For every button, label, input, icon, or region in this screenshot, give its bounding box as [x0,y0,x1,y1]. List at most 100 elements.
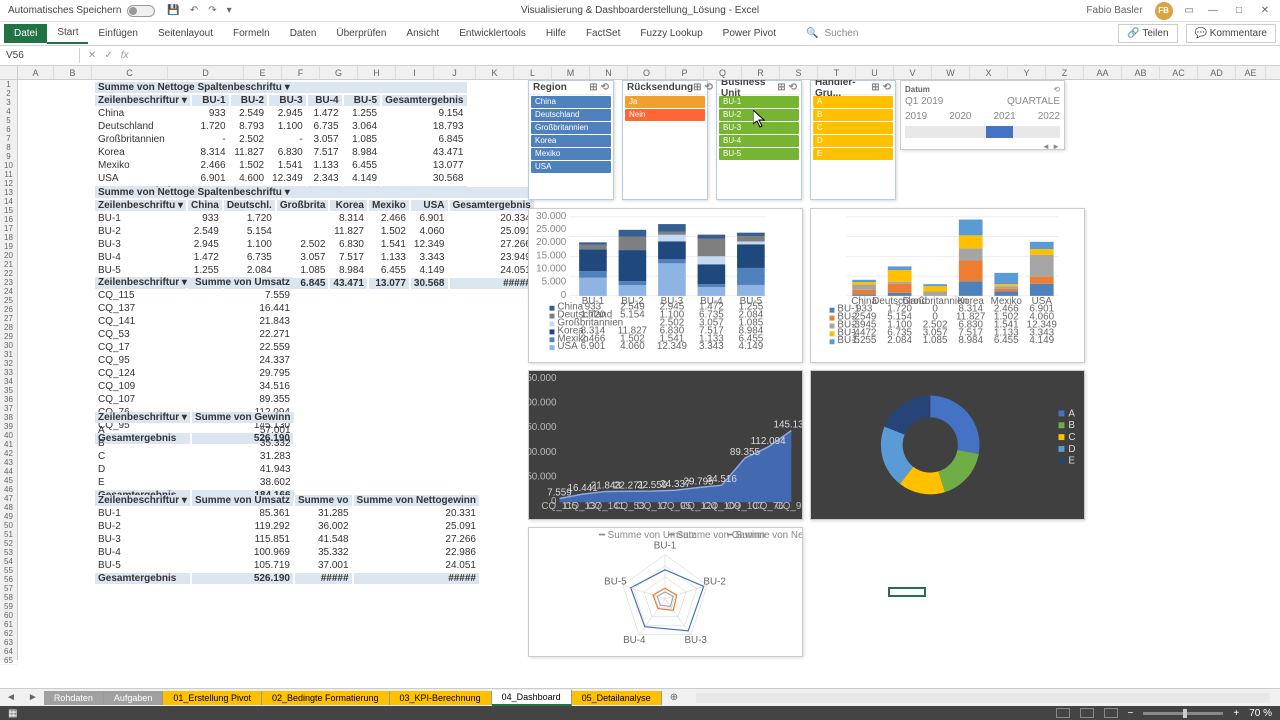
row-header[interactable]: 58 [0,593,17,602]
row-header[interactable]: 7 [0,134,17,143]
chart-stacked-bar-bu[interactable]: BU-1BU-2BU-3BU-4BU-505.00010.00015.00020… [528,208,803,363]
user-name[interactable]: Fabio Basler [1086,5,1142,16]
tab-nav-next[interactable]: ► [22,692,44,703]
clear-filter-icon[interactable]: ⟲ [705,82,713,93]
col-header[interactable]: A [18,66,54,79]
zoom-level[interactable]: 70 % [1249,708,1272,719]
row-header[interactable]: 48 [0,503,17,512]
comments-button[interactable]: 💬 Kommentare [1186,24,1276,43]
col-header[interactable]: M [552,66,590,79]
col-header[interactable]: S [780,66,818,79]
col-header[interactable]: AD [1198,66,1236,79]
row-header[interactable]: 52 [0,539,17,548]
tab-nav-prev[interactable]: ◄ [0,692,22,703]
row-header[interactable]: 46 [0,485,17,494]
slicer-item[interactable]: BU-3 [719,122,799,134]
row-header[interactable]: 62 [0,629,17,638]
row-header[interactable]: 39 [0,422,17,431]
col-header[interactable]: R [742,66,780,79]
slicer-item[interactable]: B [813,109,893,121]
slicer-business-unit[interactable]: Business Unit⊞⟲ BU-1BU-2BU-3BU-4BU-5 [716,80,802,200]
row-header[interactable]: 49 [0,512,17,521]
slicer-ruecksendung[interactable]: Rücksendung⊞⟲ JaNein [622,80,708,200]
col-header[interactable]: F [282,66,320,79]
view-page-break-icon[interactable] [1104,708,1118,718]
select-all-corner[interactable] [0,66,18,79]
clear-filter-icon[interactable]: ⟲ [789,82,797,93]
zoom-slider[interactable] [1143,712,1223,715]
tab-start[interactable]: Start [47,23,88,44]
row-header[interactable]: 17 [0,224,17,233]
row-header[interactable]: 24 [0,287,17,296]
row-header[interactable]: 18 [0,233,17,242]
slicer-item[interactable]: Ja [625,96,705,108]
col-header[interactable]: K [476,66,514,79]
maximize-icon[interactable]: □ [1232,5,1246,16]
confirm-icon[interactable]: ✓ [104,50,112,61]
row-header[interactable]: 30 [0,341,17,350]
sheet-tab-02[interactable]: 02_Bedingte Formatierung [262,691,390,705]
tab-powerpivot[interactable]: Power Pivot [713,24,786,43]
autosave-toggle[interactable]: Automatisches Speichern [8,5,155,17]
worksheet[interactable]: Summe von Nettoge Spaltenbeschriftu ▾Zei… [18,80,1280,660]
clear-filter-icon[interactable]: ⟲ [883,82,891,93]
slicer-item[interactable]: Deutschland [531,109,611,121]
col-header[interactable]: Q [704,66,742,79]
tab-formeln[interactable]: Formeln [223,24,280,43]
cancel-icon[interactable]: ✕ [88,50,96,61]
clear-filter-icon[interactable]: ⟲ [601,82,609,93]
row-header[interactable]: 61 [0,620,17,629]
row-header[interactable]: 10 [0,161,17,170]
row-header[interactable]: 55 [0,566,17,575]
row-header[interactable]: 41 [0,440,17,449]
row-header[interactable]: 2 [0,89,17,98]
row-header[interactable]: 63 [0,638,17,647]
row-header[interactable]: 35 [0,386,17,395]
slicer-item[interactable]: Mexiko [531,148,611,160]
timeline-datum[interactable]: Datum⟲ Q1 2019QUARTALE 2019202020212022 … [900,80,1065,150]
row-header[interactable]: 65 [0,656,17,665]
row-header[interactable]: 5 [0,116,17,125]
row-header[interactable]: 6 [0,125,17,134]
row-header[interactable]: 12 [0,179,17,188]
tab-seitenlayout[interactable]: Seitenlayout [148,24,223,43]
undo-icon[interactable]: ↶ [190,5,198,16]
row-header[interactable]: 25 [0,296,17,305]
minimize-icon[interactable]: — [1206,5,1220,16]
row-header[interactable]: 51 [0,530,17,539]
col-header[interactable]: W [932,66,970,79]
row-header[interactable]: 11 [0,170,17,179]
row-header[interactable]: 26 [0,305,17,314]
row-header[interactable]: 13 [0,188,17,197]
row-header[interactable]: 33 [0,368,17,377]
sheet-tab-01[interactable]: 01_Erstellung Pivot [163,691,262,705]
row-header[interactable]: 44 [0,467,17,476]
slicer-item[interactable]: BU-4 [719,135,799,147]
avatar[interactable]: FB [1155,2,1173,20]
chart-area-umsatz[interactable]: 7.559CQ_11516.441CQ_13721.843CQ_14122.27… [528,370,803,520]
row-header[interactable]: 22 [0,269,17,278]
chart-radar[interactable]: ━ Summe von Umsatz━ Summe von Gewinn━ Su… [528,527,803,657]
col-header[interactable]: H [358,66,396,79]
row-header[interactable]: 42 [0,449,17,458]
col-header[interactable]: AB [1122,66,1160,79]
slicer-haendler[interactable]: Händler-Gru...⊞⟲ ABCDE [810,80,896,200]
horizontal-scrollbar[interactable] [696,693,1270,703]
row-header[interactable]: 21 [0,260,17,269]
col-header[interactable]: O [628,66,666,79]
save-icon[interactable]: 💾 [167,5,179,16]
close-icon[interactable]: ✕ [1258,5,1272,16]
tab-factset[interactable]: FactSet [576,24,630,43]
search-box[interactable]: 🔍 Suchen [806,28,858,39]
row-header[interactable]: 38 [0,413,17,422]
tab-fuzzy[interactable]: Fuzzy Lookup [630,24,712,43]
col-header[interactable]: I [396,66,434,79]
name-box[interactable]: V56 [0,48,80,63]
col-header[interactable]: X [970,66,1008,79]
view-normal-icon[interactable] [1056,708,1070,718]
fx-icon[interactable]: fx [121,50,129,61]
zoom-in-icon[interactable]: + [1233,708,1239,719]
row-header[interactable]: 4 [0,107,17,116]
clear-filter-icon[interactable]: ⟲ [1053,85,1060,94]
slicer-item[interactable]: Korea [531,135,611,147]
